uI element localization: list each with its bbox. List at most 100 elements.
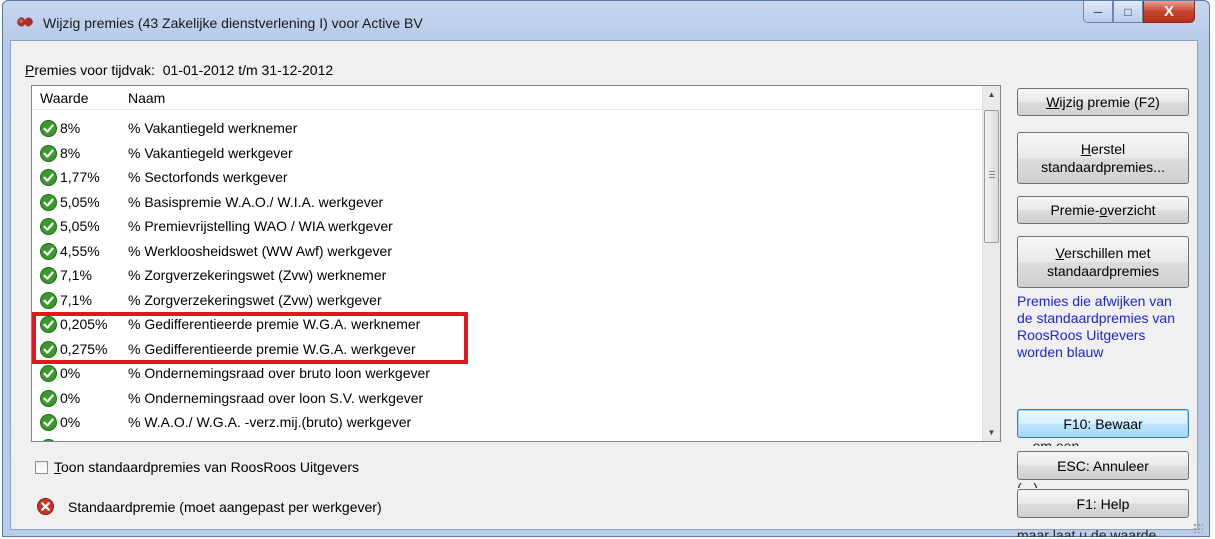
premie-overzicht-button[interactable]: Premie-overzicht: [1017, 196, 1189, 224]
row-name: % Werkloosheidswet (WW Awf) werkgever: [128, 242, 392, 259]
row-value: 8%: [60, 144, 81, 161]
wijzig-accel: W: [1046, 94, 1060, 110]
checkbox-accel: T: [54, 459, 61, 475]
list-item[interactable]: 5,05% % Basispremie W.A.O./ W.I.A. werkge…: [32, 192, 982, 217]
row-value: 7,1%: [60, 291, 92, 308]
check-icon: [40, 144, 57, 162]
list-item[interactable]: 8% % Vakantiegeld werknemer: [32, 118, 982, 143]
close-icon: X: [1163, 3, 1174, 20]
checkbox-box[interactable]: [35, 460, 48, 474]
row-name: % Ondernemingsraad over loon S.V. werkge…: [128, 389, 424, 406]
list-header: Waarde Naam: [32, 86, 982, 110]
verschillen-button[interactable]: Verschillen met standaardpremies: [1017, 236, 1189, 288]
herstel-label: erstel: [1090, 141, 1126, 157]
row-name: % W.A.O./ W.G.A. -verz.mij.(loon) werkge…: [128, 439, 406, 442]
row-value: 0,275%: [60, 340, 108, 357]
list-item[interactable]: 0,205% % Gedifferentieerde premie W.G.A. …: [32, 314, 982, 339]
list-item[interactable]: 8% % Vakantiegeld werkgever: [32, 143, 982, 168]
column-header-name[interactable]: Naam: [128, 90, 165, 106]
list-item[interactable]: 0% % W.A.O./ W.G.A. -verz.mij.(loon) werk…: [32, 437, 982, 442]
list-item[interactable]: 7,1% % Zorgverzekeringswet (Zvw) werkneme…: [32, 265, 982, 290]
row-name: % Vakantiegeld werkgever: [128, 144, 293, 161]
herstel-accel: H: [1080, 141, 1091, 157]
period-label-text: remies voor tijdvak:: [34, 62, 155, 78]
row-name: % Premievrijstelling WAO / WIA werkgever: [128, 218, 393, 234]
row-name: % W.A.O./ W.G.A. -verz.mij.(bruto) werkg…: [128, 414, 412, 430]
annuleer-button[interactable]: ESC: Annuleer: [1017, 451, 1189, 480]
resize-grip[interactable]: [1193, 523, 1203, 533]
list-item[interactable]: 1,77% % Sectorfonds werkgever: [32, 167, 982, 192]
list-rows: 8% % Vakantiegeld werknemer 8% % Vakantiege…: [32, 118, 982, 442]
check-icon: [40, 120, 57, 137]
row-value: 5,05%: [60, 218, 100, 234]
row-value: 7,1%: [60, 267, 92, 283]
period-value: 01-01-2012 t/m 31-12-2012: [162, 62, 334, 78]
scroll-up-icon[interactable]: ▲: [983, 86, 1000, 103]
close-button[interactable]: X: [1143, 1, 1195, 23]
red-x-icon: [37, 498, 54, 515]
list-item[interactable]: 7,1% % Zorgverzekeringswet (Zvw) werkgeve…: [32, 290, 982, 315]
premium-list[interactable]: Waarde Naam 8%% Vakantiegeld werknemer 8%…: [31, 85, 1001, 442]
toon-standaardpremies-checkbox[interactable]: Toon standaardpremies van RoosRoos Uitge…: [35, 459, 359, 475]
maximize-button[interactable]: □: [1113, 1, 1143, 23]
list-item[interactable]: 0% % W.A.O./ W.G.A. -verz.mij.(bruto) wer…: [32, 412, 982, 437]
check-icon: [40, 242, 57, 260]
verschillen-label: erschillen met: [1064, 245, 1151, 261]
check-icon: [40, 365, 57, 382]
app-icon: [17, 17, 33, 27]
verschillen-label-line2: standaardpremies: [1046, 263, 1160, 279]
maximize-icon: □: [1124, 4, 1132, 19]
window-title: Wijzig premies (43 Zakelijke dienstverle…: [43, 15, 423, 31]
check-icon: [40, 340, 57, 358]
column-header-value[interactable]: Waarde: [40, 90, 89, 106]
row-name: % Basispremie W.A.O./ W.I.A. werkgever: [128, 193, 384, 210]
clipped-note-1: ... om een: [1017, 438, 1080, 446]
row-name: % Ondernemingsraad over bruto loon werkg…: [128, 365, 430, 381]
vertical-scrollbar[interactable]: ▲ ▼: [982, 86, 1000, 441]
row-value: 0%: [60, 365, 81, 381]
bewaar-label: F10: Bewaar: [1063, 415, 1143, 432]
clipped-note-3: maar laat u de waarde: [1017, 527, 1157, 537]
check-icon: [40, 414, 57, 431]
bewaar-button[interactable]: F10: Bewaar: [1017, 409, 1189, 438]
list-item[interactable]: 4,55% % Werkloosheidswet (WW Awf) werkgev…: [32, 241, 982, 266]
herstel-standaardpremies-button[interactable]: Herstel standaardpremies...: [1017, 132, 1189, 184]
annuleer-label: ESC: Annuleer: [1057, 457, 1149, 474]
check-icon: [40, 291, 57, 309]
check-icon: [40, 193, 57, 211]
list-item[interactable]: 0,275% % Gedifferentieerde premie W.G.A. …: [32, 339, 982, 364]
title-bar: Wijzig premies (43 Zakelijke dienstverle…: [3, 1, 1209, 41]
row-name: % Gedifferentieerde premie W.G.A. werkne…: [128, 316, 421, 332]
row-name: % Gedifferentieerde premie W.G.A. werkge…: [128, 340, 416, 357]
overzicht-pre: Premie-: [1050, 202, 1100, 218]
row-value: 0%: [60, 389, 81, 406]
list-item[interactable]: 5,05% % Premievrijstelling WAO / WIA werk…: [32, 216, 982, 241]
row-value: 0,205%: [60, 316, 108, 332]
row-name: % Sectorfonds werkgever: [128, 169, 288, 185]
overzicht-label: verzicht: [1107, 202, 1156, 218]
row-name: % Zorgverzekeringswet (Zvw) werkgever: [128, 291, 382, 308]
row-value: 1,77%: [60, 169, 100, 185]
period-label-accel: P: [25, 62, 35, 78]
blue-note-text: Premies die afwijken van de standaardpre…: [1017, 293, 1175, 360]
list-item[interactable]: 0% % Ondernemingsraad over bruto loon wer…: [32, 363, 982, 388]
row-value: 0%: [60, 439, 80, 442]
checkbox-label: oon standaardpremies van RoosRoos Uitgev…: [61, 459, 360, 475]
check-icon: [42, 438, 55, 441]
minimize-icon: ─: [1093, 4, 1103, 19]
scroll-down-icon[interactable]: ▼: [983, 424, 1000, 441]
verschillen-accel: V: [1055, 245, 1065, 261]
help-button[interactable]: F1: Help: [1017, 489, 1189, 518]
herstel-label-line2: standaardpremies...: [1041, 159, 1165, 175]
minimize-button[interactable]: ─: [1083, 1, 1113, 23]
row-value: 4,55%: [60, 242, 100, 259]
row-name: % Zorgverzekeringswet (Zvw) werknemer: [128, 267, 387, 283]
wijzig-premie-button[interactable]: Wijzig premie (F2): [1017, 88, 1189, 116]
list-item[interactable]: 0% % Ondernemingsraad over loon S.V. werk…: [32, 388, 982, 413]
clipped-note-2: (...) ...: [1017, 480, 1054, 488]
row-value: 5,05%: [60, 193, 100, 210]
check-icon: [40, 316, 57, 333]
check-icon: [40, 218, 57, 235]
scroll-thumb[interactable]: [984, 110, 999, 243]
check-icon: [40, 169, 57, 186]
